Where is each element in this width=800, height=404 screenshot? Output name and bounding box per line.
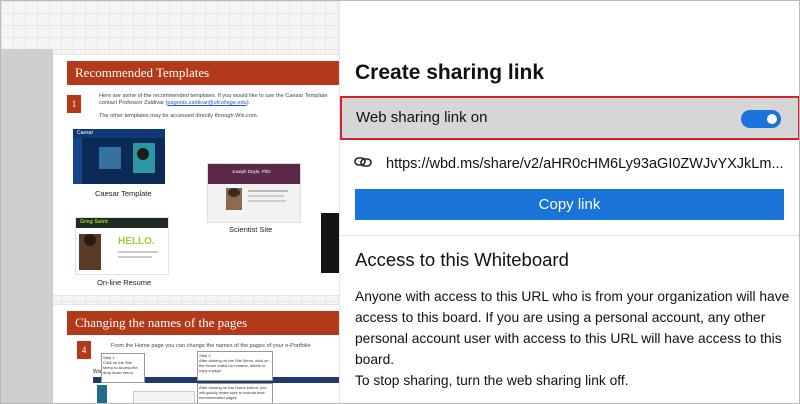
caesar-template-thumbnail[interactable]: Caesar xyxy=(73,129,165,184)
resume-caption: On-line Resume xyxy=(97,278,152,287)
section-header: Recommended Templates xyxy=(67,61,339,85)
step3-text: After clicking on the Home button, you w… xyxy=(199,385,267,400)
sharing-panel: Create sharing link Web sharing link on … xyxy=(339,1,799,403)
intro-text: Here are some of the recommended templat… xyxy=(99,93,328,106)
toggle-knob xyxy=(767,114,777,124)
instructions-intro: From the Home page you can change the na… xyxy=(111,343,311,349)
divider xyxy=(340,235,799,236)
web-sharing-toggle-row[interactable]: Web sharing link on xyxy=(340,96,799,140)
access-desc-line2: To stop sharing, turn the web sharing li… xyxy=(355,373,629,388)
toggle-label: Web sharing link on xyxy=(356,109,488,126)
app-window: Recommended Templates 1 Here are some of… xyxy=(0,0,800,404)
step3-callout: After clicking on the Home button, you w… xyxy=(197,383,273,403)
web-sharing-toggle[interactable] xyxy=(741,110,781,128)
step-number-badge-2: 4 xyxy=(77,341,91,359)
link-icon xyxy=(354,157,372,167)
step1-callout: Step 1 Click on the Site Menu to access … xyxy=(101,353,145,383)
online-resume-thumbnail[interactable]: Greg Saint HELLO. xyxy=(75,217,169,275)
scientist-site-thumbnail[interactable]: Joseph Doyle, PhD xyxy=(207,163,301,223)
panel-title: Create sharing link xyxy=(355,61,545,84)
access-description: Anyone with access to this URL who is fr… xyxy=(355,286,795,391)
copy-link-button[interactable]: Copy link xyxy=(355,189,784,220)
access-desc-line1: Anyone with access to this URL who is fr… xyxy=(355,289,790,367)
scientist-thumb-name: Joseph Doyle, PhD xyxy=(232,169,271,174)
scientist-caption: Scientist Site xyxy=(229,225,273,234)
step2-text: After clicking on the Site Menu, click o… xyxy=(199,358,269,373)
resume-thumb-hello: HELLO. xyxy=(118,236,155,247)
step1-text: Click on the Site Menu to access the dro… xyxy=(103,360,138,375)
template-document[interactable]: Recommended Templates 1 Here are some of… xyxy=(53,55,339,295)
canvas-margin xyxy=(1,49,53,403)
email-link[interactable]: pagonis.zaldivar@ufcollege.edu xyxy=(167,100,246,106)
whiteboard-canvas[interactable]: Recommended Templates 1 Here are some of… xyxy=(1,1,339,403)
caesar-caption: Caesar Template xyxy=(95,189,152,198)
caesar-thumb-title: Caesar xyxy=(77,130,94,136)
access-title: Access to this Whiteboard xyxy=(355,249,569,270)
step-number-badge: 1 xyxy=(67,95,81,113)
instructions-screenshot: Wix Step 1 Click on the Site Menu to acc… xyxy=(93,351,339,403)
instructions-document[interactable]: Changing the names of the pages 4 From t… xyxy=(53,305,339,403)
step2-callout: Step 2 After clicking on the Site Menu, … xyxy=(197,351,273,381)
resume-thumb-name: Greg Saint xyxy=(80,219,108,225)
section-header-2: Changing the names of the pages xyxy=(67,311,339,335)
other-templates-text: The other templates may be accessed dire… xyxy=(99,113,259,119)
partial-thumbnail xyxy=(321,213,339,273)
share-link-url[interactable]: https://wbd.ms/share/v2/aHR0cHM6Ly93aGI0… xyxy=(386,156,784,172)
